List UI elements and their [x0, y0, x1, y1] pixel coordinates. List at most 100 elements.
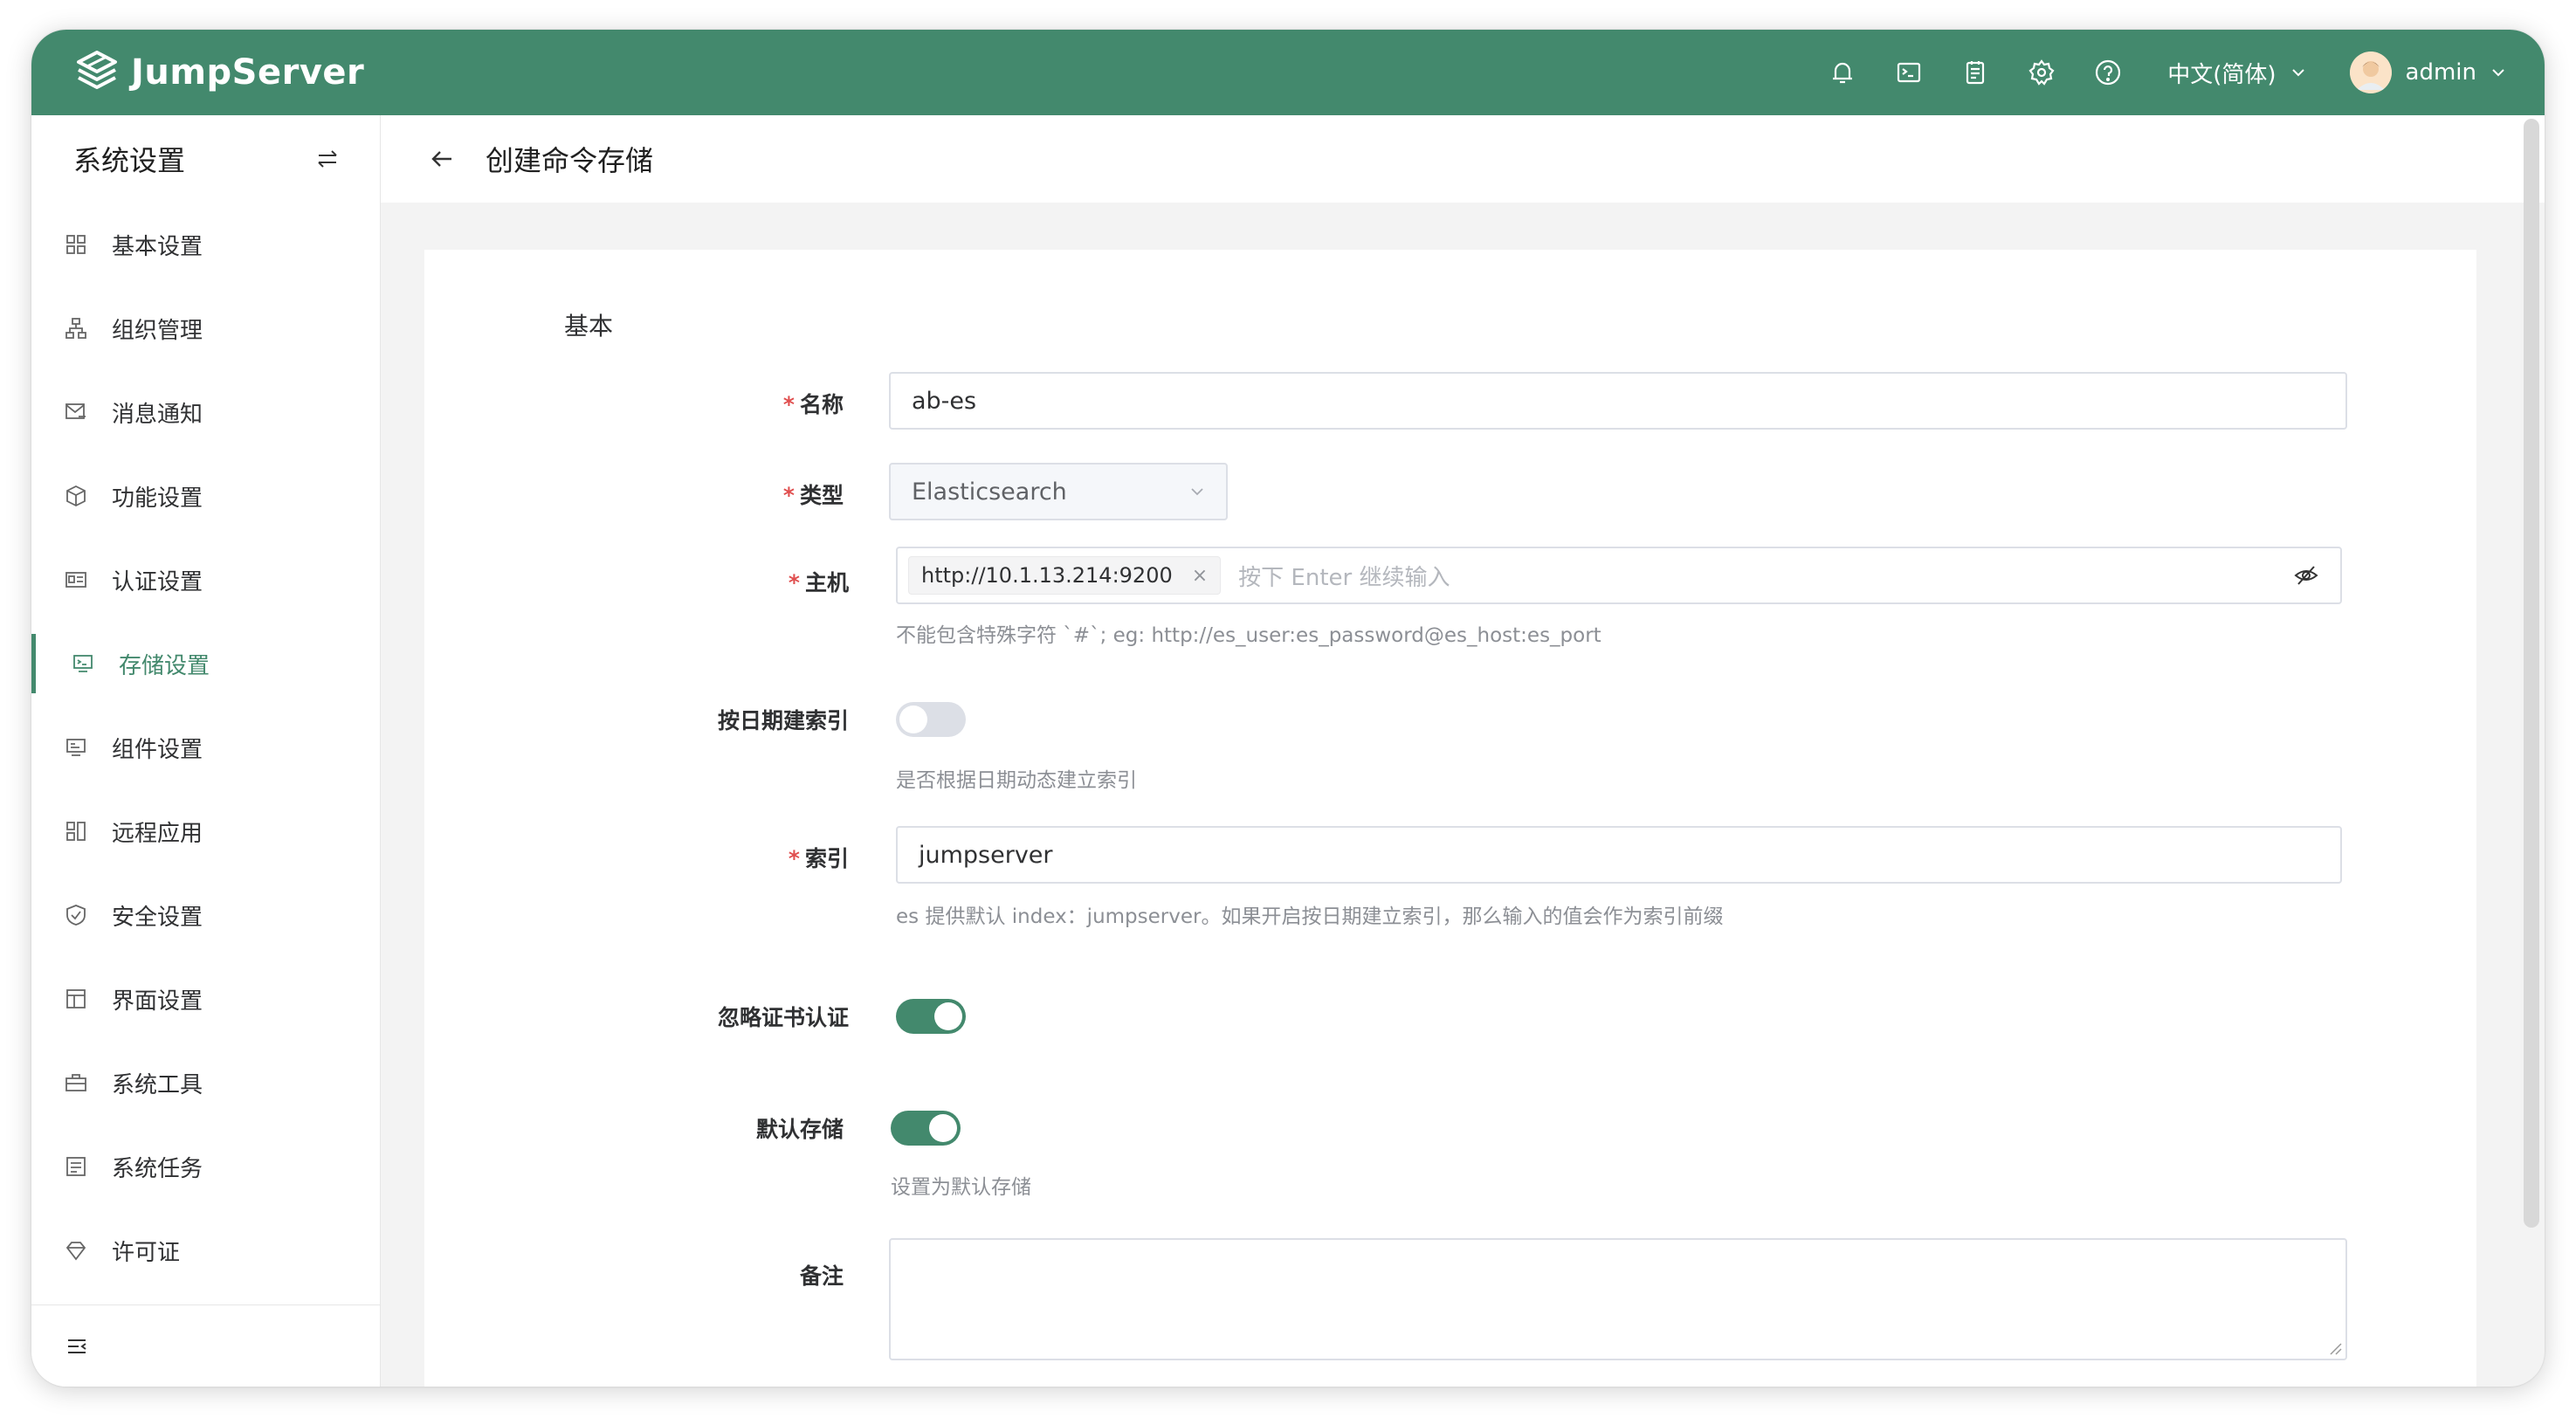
- id-card-icon: [65, 572, 86, 588]
- sidebar-item[interactable]: 组件设置: [31, 706, 380, 789]
- sidebar-item[interactable]: 消息通知: [31, 370, 380, 454]
- sidebar-item-label: 安全设置: [112, 904, 203, 931]
- switch-view-icon[interactable]: [315, 147, 340, 171]
- name-value: ab-es: [912, 387, 977, 415]
- section-title: 基本: [564, 312, 614, 341]
- sidebar-menu: 基本设置组织管理消息通知功能设置认证设置存储设置组件设置远程应用安全设置界面设置…: [31, 203, 380, 1292]
- bell-icon[interactable]: [1827, 57, 1858, 88]
- language-label: 中文(简体): [2167, 61, 2276, 88]
- name-input[interactable]: ab-es: [889, 372, 2347, 430]
- sidebar-item-label: 功能设置: [112, 485, 203, 512]
- main-content: 创建命令存储 基本 *名称 ab-es *类型 Elasticsearch: [381, 115, 2545, 1387]
- sidebar-item[interactable]: 功能设置: [31, 454, 380, 538]
- sidebar-item[interactable]: 存储设置: [31, 622, 380, 706]
- host-tag: http://10.1.13.214:9200 ×: [908, 556, 1222, 595]
- host-label: * 主机: [788, 570, 849, 595]
- remove-tag-icon[interactable]: ×: [1192, 565, 1208, 587]
- jumpserver-logo-icon: [77, 51, 117, 89]
- page-header: 创建命令存储: [381, 115, 2545, 203]
- brand[interactable]: JumpServer: [73, 49, 364, 96]
- sidebar: 系统设置 基本设置组织管理消息通知功能设置认证设置存储设置组件设置远程应用安全设…: [31, 115, 381, 1387]
- apps-icon: [66, 822, 86, 841]
- help-icon[interactable]: [2092, 57, 2124, 88]
- sidebar-title: 系统设置: [73, 144, 186, 177]
- ignore-cert-toggle[interactable]: [896, 999, 966, 1034]
- language-switcher[interactable]: 中文(简体): [2167, 57, 2307, 89]
- toolbox-icon: [65, 1074, 86, 1091]
- sidebar-header: 系统设置: [31, 115, 380, 203]
- type-select[interactable]: Elasticsearch: [889, 463, 1228, 520]
- page-title: 创建命令存储: [486, 144, 654, 177]
- sidebar-item-label: 消息通知: [112, 401, 203, 428]
- index-hint: es 提供默认 index：jumpserver。如果开启按日期建立索引，那么输…: [896, 905, 1724, 928]
- brand-name: JumpServer: [131, 52, 365, 93]
- sidebar-item-label: 组件设置: [112, 736, 203, 763]
- org-icon: [65, 318, 86, 339]
- layout-icon: [66, 989, 86, 1008]
- default-storage-toggle[interactable]: [891, 1111, 961, 1146]
- index-value: jumpserver: [919, 841, 1053, 869]
- sidebar-item-label: 远程应用: [112, 820, 203, 847]
- sidebar-item[interactable]: 许可证: [31, 1208, 380, 1292]
- ignore-cert-label: 忽略证书认证: [717, 1005, 849, 1030]
- host-tag-input[interactable]: http://10.1.13.214:9200 × 按下 Enter 继续输入: [896, 547, 2342, 604]
- back-arrow-icon[interactable]: [428, 145, 456, 173]
- index-input[interactable]: jumpserver: [896, 826, 2342, 884]
- gear-icon[interactable]: [2026, 57, 2057, 88]
- sidebar-item[interactable]: 系统工具: [31, 1041, 380, 1125]
- date-index-hint: 是否根据日期动态建立索引: [896, 769, 1137, 792]
- task-icon: [66, 1157, 86, 1176]
- sidebar-item[interactable]: 基本设置: [31, 203, 380, 286]
- collapse-sidebar-icon[interactable]: [65, 1334, 89, 1359]
- sidebar-item[interactable]: 认证设置: [31, 538, 380, 622]
- storage-icon: [73, 655, 93, 672]
- date-index-label: 按日期建索引: [717, 708, 849, 733]
- chevron-down-icon: [1191, 488, 1203, 496]
- component-icon: [66, 739, 86, 756]
- clipboard-icon[interactable]: [1960, 57, 1991, 88]
- host-tag-text: http://10.1.13.214:9200: [921, 563, 1173, 588]
- host-hint: 不能包含特殊字符 `#`; eg: http://es_user:es_pass…: [896, 624, 1601, 647]
- type-value: Elasticsearch: [912, 478, 1067, 506]
- user-menu[interactable]: admin: [2349, 52, 2508, 93]
- type-label: * 类型: [782, 483, 844, 508]
- resize-handle-icon[interactable]: [2326, 1339, 2342, 1355]
- sidebar-item[interactable]: 远程应用: [31, 789, 380, 873]
- sidebar-item-label: 存储设置: [119, 652, 210, 679]
- sidebar-item-label: 认证设置: [112, 568, 203, 595]
- chevron-down-icon: [2291, 69, 2304, 77]
- top-navbar: JumpServer 中文(简体) admin: [31, 30, 2545, 115]
- terminal-icon[interactable]: [1893, 57, 1925, 88]
- eye-slash-icon[interactable]: [2293, 562, 2319, 589]
- grid-icon: [66, 235, 86, 254]
- sidebar-footer: [31, 1304, 380, 1387]
- date-index-toggle[interactable]: [896, 702, 966, 737]
- name-label: * 名称: [782, 392, 844, 417]
- sidebar-item[interactable]: 安全设置: [31, 873, 380, 957]
- sidebar-item-label: 许可证: [112, 1239, 181, 1266]
- app-window: JumpServer 中文(简体) admin 系统设置 基本设置 组织管理 消…: [31, 30, 2545, 1387]
- comment-textarea[interactable]: [889, 1238, 2347, 1360]
- comment-label: 备注: [799, 1263, 844, 1289]
- avatar: [2349, 52, 2392, 93]
- sidebar-item-label: 组织管理: [112, 317, 203, 344]
- sidebar-item-label: 系统任务: [112, 1155, 203, 1182]
- host-placeholder: 按下 Enter 继续输入: [1238, 564, 1450, 591]
- scrollbar[interactable]: [2524, 119, 2539, 1228]
- default-storage-hint: 设置为默认存储: [891, 1176, 1031, 1199]
- message-icon: [65, 403, 86, 419]
- diamond-icon: [65, 1242, 86, 1261]
- sidebar-item[interactable]: 界面设置: [31, 957, 380, 1041]
- shield-icon: [66, 905, 86, 926]
- chevron-down-icon: [2492, 69, 2504, 77]
- sidebar-item-label: 界面设置: [112, 988, 203, 1015]
- sidebar-item[interactable]: 系统任务: [31, 1125, 380, 1208]
- sidebar-item-label: 系统工具: [112, 1071, 203, 1098]
- index-label: * 索引: [788, 846, 849, 871]
- username: admin: [2405, 59, 2476, 86]
- sidebar-item-label: 基本设置: [112, 233, 203, 260]
- default-storage-label: 默认存储: [755, 1117, 844, 1142]
- cube-icon: [66, 485, 86, 507]
- form-card: 基本 * 名称 ab-es * 类型 Elasticsearch * 主机 ht…: [424, 250, 2476, 1387]
- sidebar-item[interactable]: 组织管理: [31, 286, 380, 370]
